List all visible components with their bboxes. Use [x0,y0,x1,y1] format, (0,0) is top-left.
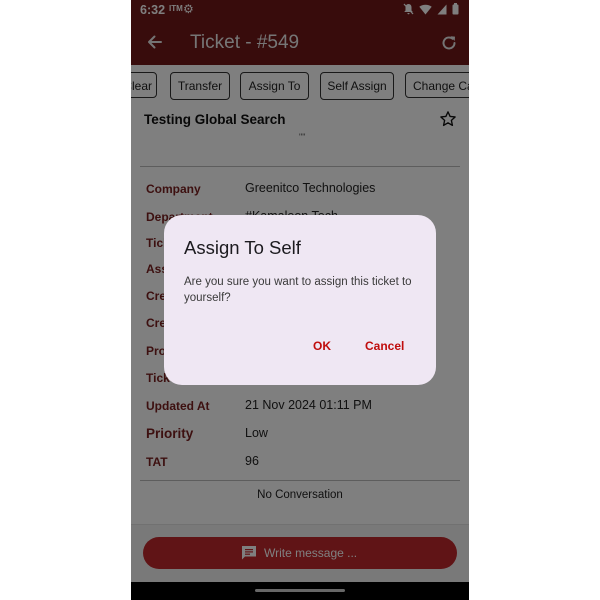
dialog-message: Are you sure you want to assign this tic… [184,276,412,304]
phone-screen: 6:32 ITM ⚙ Ticket - #549 Clear Transfer … [131,0,469,600]
dialog-title: Assign To Self [184,237,301,258]
page: 6:32 ITM ⚙ Ticket - #549 Clear Transfer … [0,0,600,600]
cancel-button[interactable]: Cancel [365,339,404,353]
ok-button[interactable]: OK [313,339,331,353]
assign-to-self-dialog: Assign To Self Are you sure you want to … [164,215,436,385]
